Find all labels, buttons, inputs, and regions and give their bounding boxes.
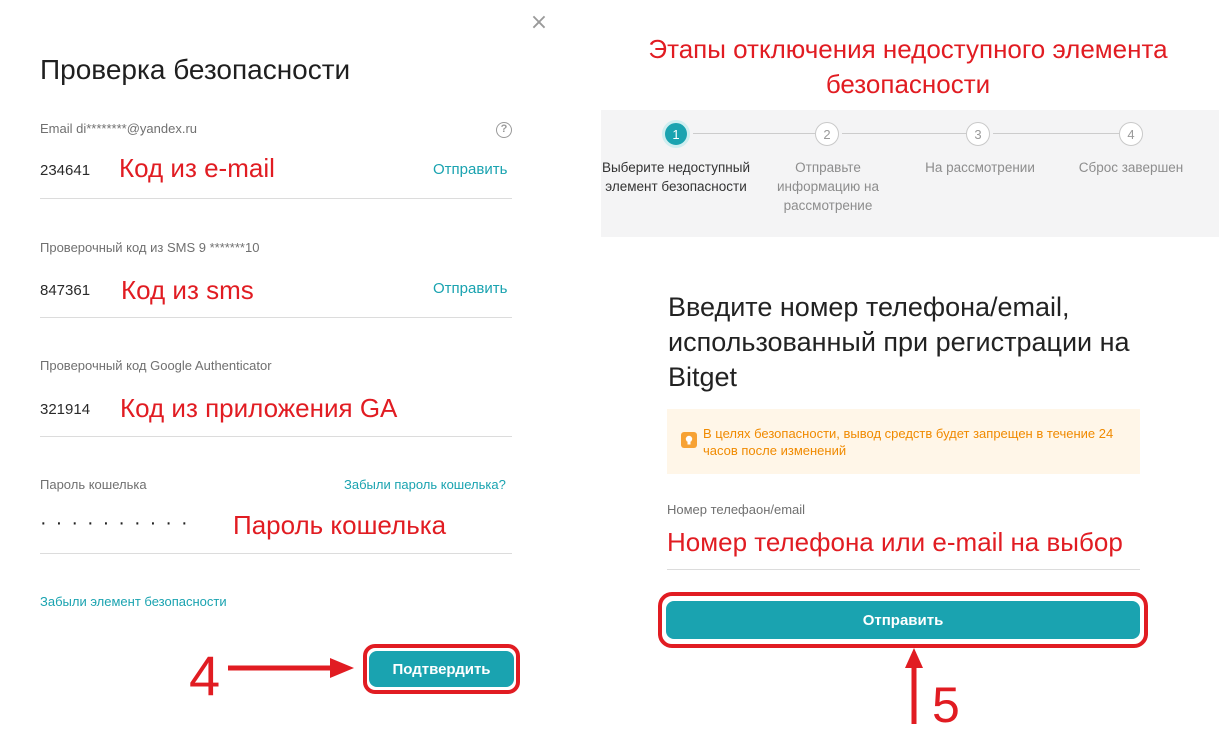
arrow-right-icon xyxy=(228,658,354,678)
sms-code-input[interactable]: 847361 xyxy=(40,282,90,299)
security-notice-text: В целях безопасности, вывод средств буде… xyxy=(703,426,1114,458)
phone-email-underline xyxy=(667,569,1140,570)
panel-separator xyxy=(575,0,601,731)
ga-underline xyxy=(40,436,512,437)
ga-code-input[interactable]: 321914 xyxy=(40,401,90,418)
step-connector xyxy=(693,133,815,134)
wallet-password-annotation: Пароль кошелька xyxy=(233,510,447,540)
forgot-security-element-link[interactable]: Забыли элемент безопасности xyxy=(40,594,227,609)
arrow-up-icon xyxy=(905,648,923,724)
phone-email-input[interactable]: Номер телефона или e-mail на выбор xyxy=(667,527,1140,558)
sms-send-button[interactable]: Отправить xyxy=(433,280,507,297)
right-title: Этапы отключения недоступного элемента б… xyxy=(648,34,1168,99)
security-check-dialog: × Проверка безопасности Email di********… xyxy=(0,0,575,731)
confirm-button[interactable]: Подтвердить xyxy=(369,651,514,687)
step-number-5: 5 xyxy=(932,677,960,731)
step-1-label: Выберите недоступный элемент безопасност… xyxy=(601,160,751,194)
step-3-label: На рассмотрении xyxy=(925,160,1035,175)
send-button[interactable]: Отправить xyxy=(666,601,1140,639)
step-2-label: Отправьте информацию на рассмотрение xyxy=(776,160,880,213)
sms-underline xyxy=(40,317,512,318)
step-1-circle: 1 xyxy=(662,120,690,148)
ga-code-annotation: Код из приложения GA xyxy=(120,393,398,423)
close-icon[interactable]: × xyxy=(528,12,550,34)
email-underline xyxy=(40,198,512,199)
step-3-circle: 3 xyxy=(966,122,990,146)
dialog-title: Проверка безопасности xyxy=(40,54,351,85)
form-heading: Введите номер телефона/email, использова… xyxy=(668,292,1130,392)
step-connector xyxy=(993,133,1119,134)
wallet-underline xyxy=(40,553,512,554)
email-code-input[interactable]: 234641 xyxy=(40,162,90,179)
step-connector xyxy=(842,133,966,134)
sms-code-annotation: Код из sms xyxy=(121,275,254,305)
email-send-button[interactable]: Отправить xyxy=(433,161,507,178)
step-number-4: 4 xyxy=(189,644,221,707)
forgot-wallet-password-link[interactable]: Забыли пароль кошелька? xyxy=(344,477,506,492)
wallet-password-label: Пароль кошелька xyxy=(40,477,147,492)
step-4-circle: 4 xyxy=(1119,122,1143,146)
lightbulb-icon xyxy=(681,432,697,448)
email-code-annotation: Код из e-mail xyxy=(119,153,275,183)
ga-code-label: Проверочный код Google Authenticator xyxy=(40,358,272,373)
step-4-label: Сброс завершен xyxy=(1078,160,1184,175)
wallet-password-input[interactable]: ·········· xyxy=(40,512,197,535)
help-icon[interactable]: ? xyxy=(496,122,512,138)
phone-email-label: Номер телефаон/email xyxy=(667,502,806,517)
email-code-label: Email di********@yandex.ru xyxy=(40,121,197,136)
sms-code-label: Проверочный код из SMS 9 *******10 xyxy=(40,240,260,255)
step-2-circle: 2 xyxy=(815,122,839,146)
